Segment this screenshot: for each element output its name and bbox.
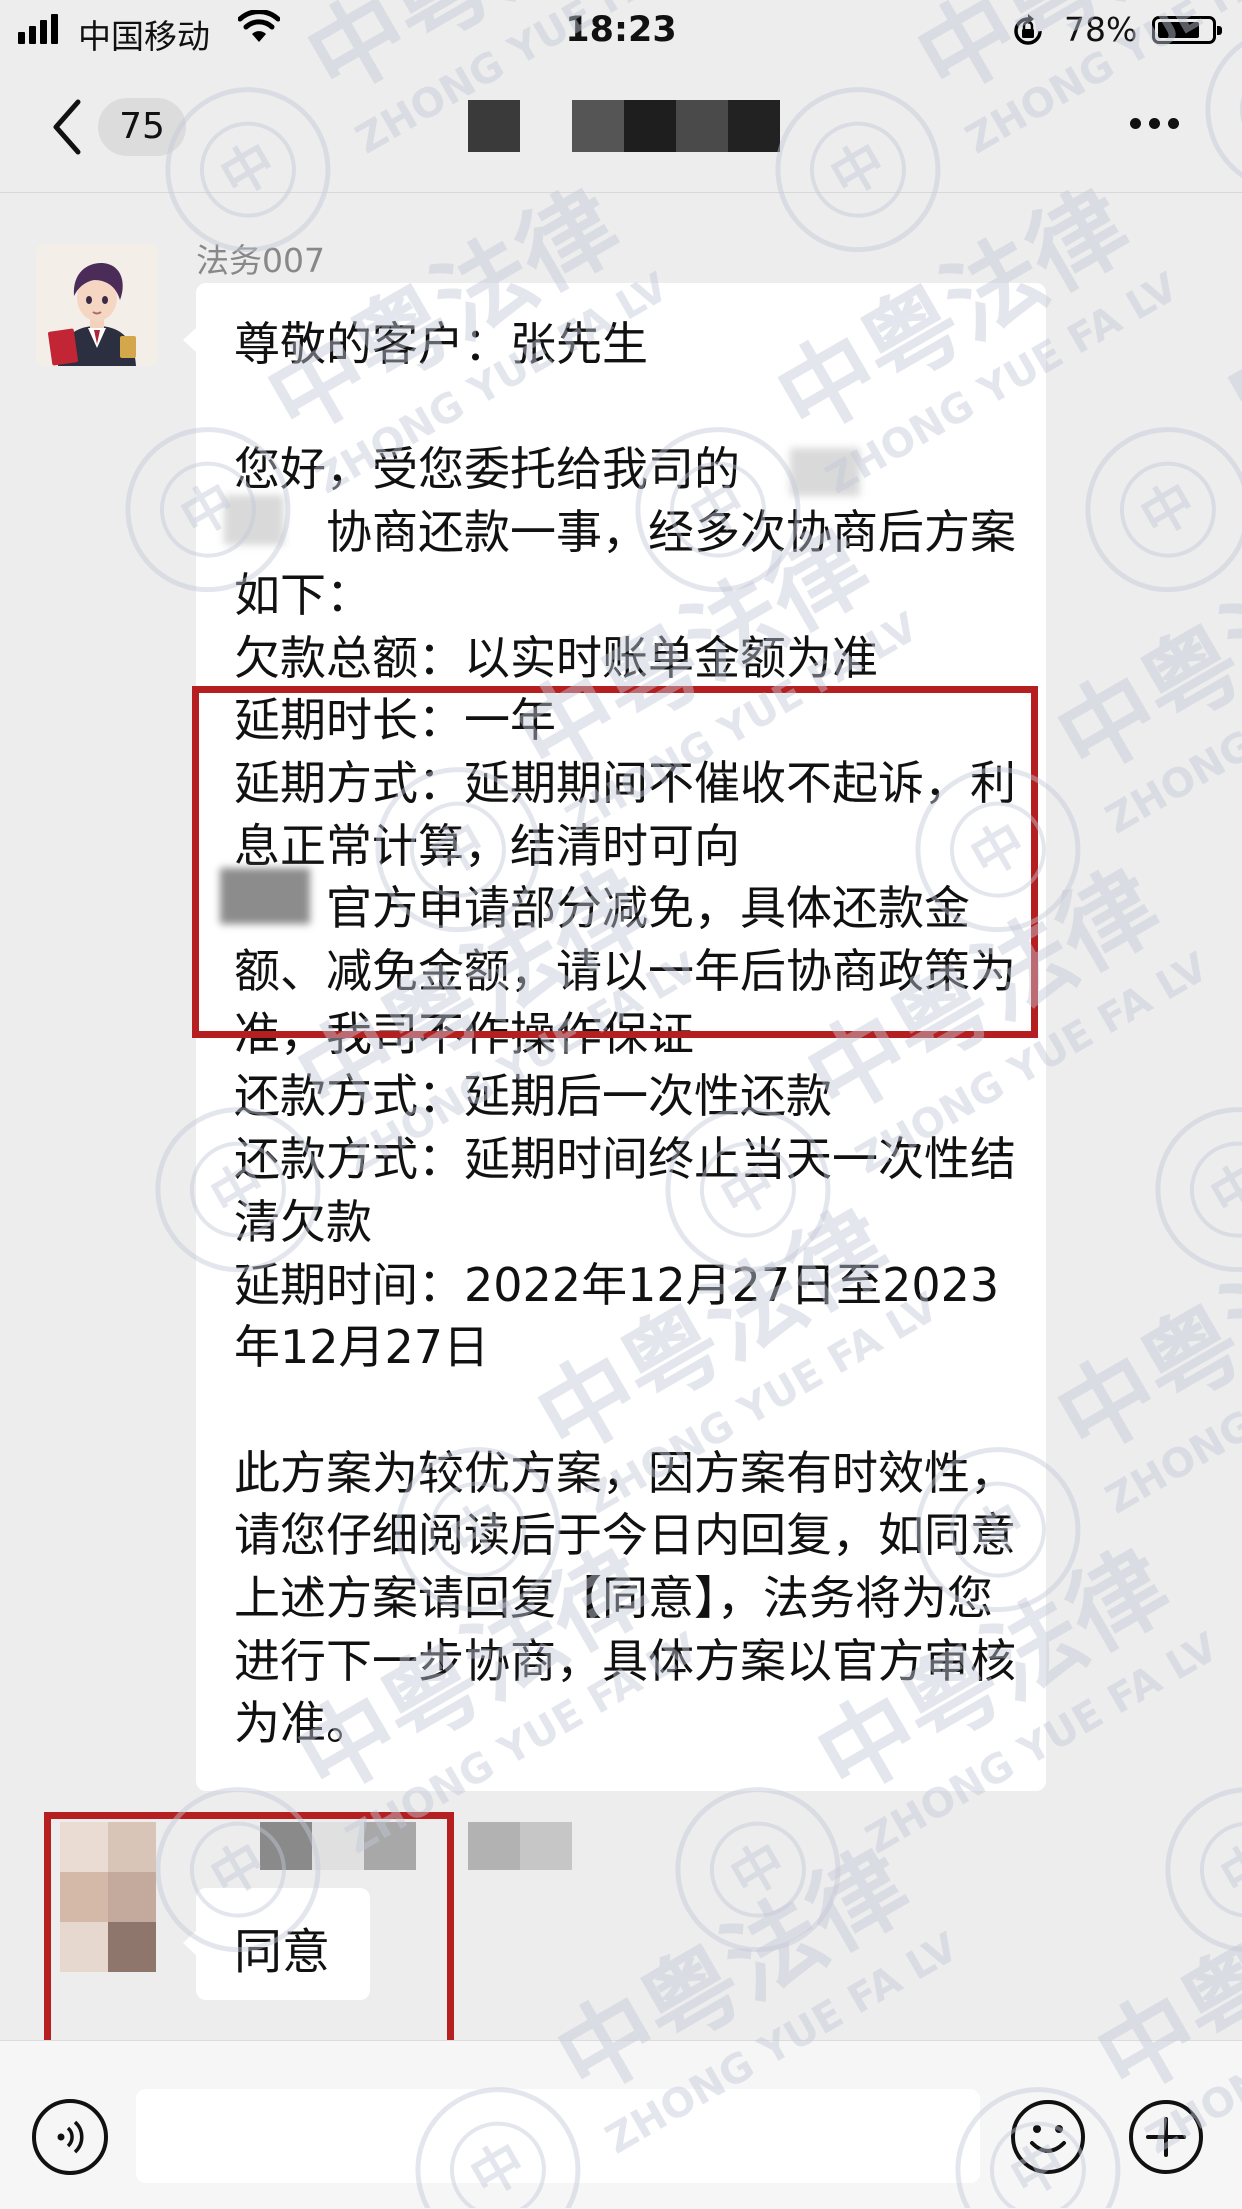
message-input[interactable] xyxy=(136,2089,980,2183)
svg-text:中: 中 xyxy=(721,1832,796,1910)
battery-percent: 78% xyxy=(1064,10,1138,49)
svg-text:中: 中 xyxy=(1201,1152,1242,1230)
watermark-tile: 中中粤法律ZHONG YUE FA LV xyxy=(1165,1787,1242,1953)
sender-avatar[interactable] xyxy=(36,244,158,366)
redacted-text xyxy=(224,495,284,545)
input-bar xyxy=(0,2040,1242,2209)
svg-text:ZHONG YUE FA LV: ZHONG YUE FA LV xyxy=(1098,604,1242,843)
sender-name: 法务007 xyxy=(196,241,325,280)
redacted-text xyxy=(790,448,860,496)
battery-fill xyxy=(1158,22,1199,38)
watermark-tile: 中中粤法律ZHONG YUE FA LV xyxy=(1155,1107,1242,1273)
unread-count-badge[interactable]: 75 xyxy=(98,98,186,156)
status-bar: 中国移动 18:23 78% xyxy=(0,0,1242,62)
battery-icon xyxy=(1152,16,1222,44)
svg-text:中粤法律: 中粤法律 xyxy=(1208,167,1242,457)
voice-input-icon[interactable] xyxy=(32,2099,108,2175)
more-options-icon[interactable] xyxy=(1130,114,1187,133)
rotation-lock-icon xyxy=(1014,14,1042,45)
highlight-frame xyxy=(192,686,1038,1038)
svg-text:ZHONG YUE FA LV: ZHONG YUE FA LV xyxy=(1098,1284,1242,1523)
highlight-frame-reply xyxy=(44,1812,454,2054)
plus-icon[interactable] xyxy=(1128,2099,1204,2175)
svg-text:中粤法律: 中粤法律 xyxy=(1038,507,1242,797)
svg-text:中: 中 xyxy=(1211,1832,1242,1910)
emoji-icon[interactable] xyxy=(1010,2099,1086,2175)
nav-bar: 75 xyxy=(0,62,1242,193)
svg-text:中: 中 xyxy=(1131,472,1206,550)
svg-text:中粤法律: 中粤法律 xyxy=(1038,1187,1242,1477)
watermark-tile: 中中粤法律ZHONG YUE FA LV xyxy=(1085,167,1242,593)
clock: 18:23 xyxy=(565,10,677,50)
